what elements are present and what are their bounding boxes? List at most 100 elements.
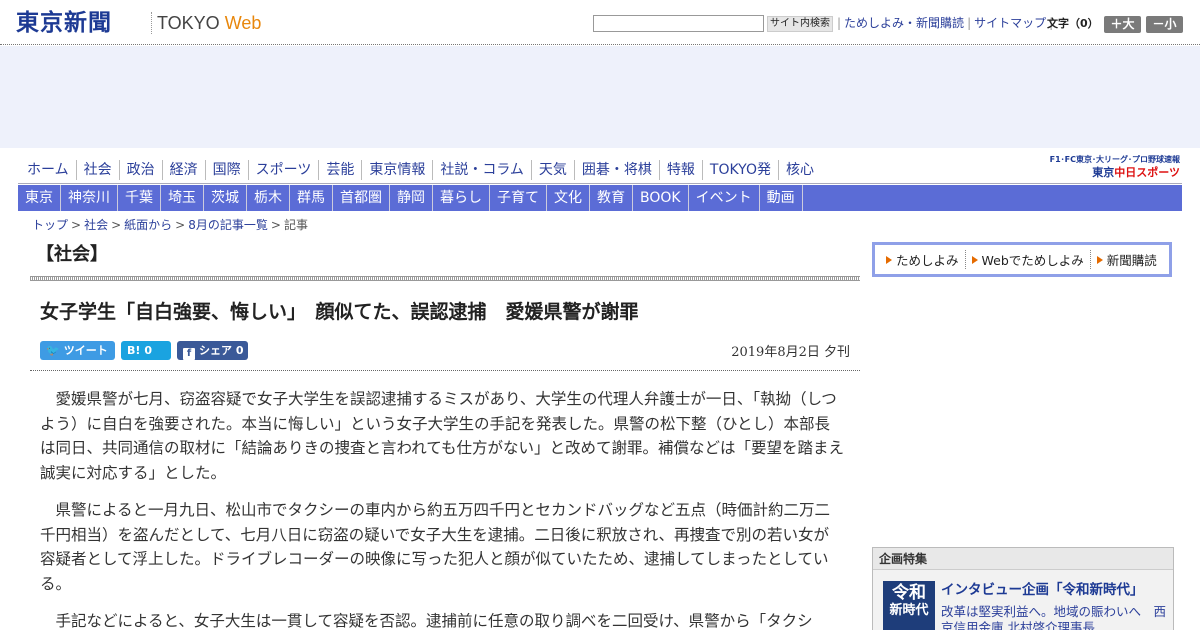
- article-paragraph: 手記などによると、女子大生は一貫して容疑を否認。逮捕前に任意の取り調べを二回受け…: [55, 612, 813, 630]
- rnav-item-saitama[interactable]: 埼玉: [161, 185, 204, 211]
- nav-item-tokuho[interactable]: 特報: [660, 160, 703, 180]
- nav-item-go-shogi[interactable]: 囲碁・将棋: [575, 160, 660, 180]
- breadcrumb-top[interactable]: トップ: [32, 218, 68, 232]
- breadcrumb-separator: >: [71, 218, 82, 232]
- regional-nav: 東京 神奈川 千葉 埼玉 茨城 栃木 群馬 首都圏 静岡 暮らし 子育て 文化 …: [18, 185, 1182, 211]
- nav-item-international[interactable]: 国際: [206, 160, 249, 180]
- breadcrumb-month-list[interactable]: 8月の記事一覧: [188, 218, 268, 232]
- hatena-count: 0: [144, 344, 153, 357]
- font-larger-button[interactable]: ＋大: [1104, 16, 1141, 33]
- rnav-item-culture[interactable]: 文化: [547, 185, 590, 211]
- logo-tokyo-text: TOKYO: [157, 13, 220, 33]
- rnav-item-parenting[interactable]: 子育て: [490, 185, 547, 211]
- nav-item-weather[interactable]: 天気: [532, 160, 575, 180]
- subscribe-label: 新聞購読: [1106, 253, 1157, 268]
- rnav-item-education[interactable]: 教育: [590, 185, 633, 211]
- rnav-item-kanagawa[interactable]: 神奈川: [61, 185, 118, 211]
- search-button[interactable]: サイト内検索: [767, 16, 833, 32]
- nav-item-home[interactable]: ホーム: [20, 160, 77, 180]
- font-size-label: 文字（0）: [1047, 17, 1099, 30]
- chuspo-logo: 東京中日スポーツ: [1026, 167, 1180, 178]
- arrow-right-icon: [886, 255, 892, 264]
- article-paragraph: 愛媛県警が七月、窃盗容疑で女子大学生を誤認逮捕するミスがあり、大学生の代理人弁護…: [40, 390, 844, 482]
- badge-line1: 令和: [892, 583, 926, 603]
- web-trial-read-link[interactable]: Webでためしよみ: [966, 250, 1091, 269]
- nav-item-tokyo-hatsu[interactable]: TOKYO発: [703, 160, 779, 180]
- nav-divider: [18, 183, 1182, 184]
- arrow-right-icon: [1096, 255, 1103, 264]
- subscription-box: ためしよみ Webでためしよみ 新聞購読: [872, 242, 1172, 277]
- fb-share-label: シェア: [199, 344, 232, 357]
- chuspo-tagline: F1･FC東京･大リーグ･プロ野球速報: [1049, 155, 1180, 164]
- ad-banner-area: [0, 46, 1200, 148]
- article-date: 2019年8月2日 夕刊: [731, 345, 850, 360]
- reiwa-badge-image[interactable]: 令和 新時代: [883, 581, 935, 630]
- hatena-bookmark-icon: B!: [127, 344, 141, 357]
- header-links: | ためしよみ・新聞購読 | サイトマップ |: [834, 15, 1056, 32]
- twitter-bird-icon: 🐦: [46, 344, 60, 357]
- chuspo-prefix: 東京: [1092, 166, 1115, 179]
- header-divider: [0, 44, 1200, 45]
- subscribe-link[interactable]: 新聞購読: [1091, 250, 1163, 269]
- trial-read-link[interactable]: ためしよみ: [880, 250, 966, 269]
- link-separator: |: [967, 16, 972, 30]
- article-divider: [30, 370, 860, 371]
- web-trial-read-label: Webでためしよみ: [981, 253, 1084, 268]
- chuspo-name: 中日スポーツ: [1114, 166, 1180, 179]
- rnav-item-book[interactable]: BOOK: [633, 185, 689, 211]
- feature-headline-link[interactable]: インタビュー企画「令和新時代」: [941, 581, 1144, 599]
- feature-box: 企画特集 令和 新時代 インタビュー企画「令和新時代」 改革は堅実利益へ。地域の…: [872, 547, 1174, 630]
- article-headline: 女子学生「自白強要、悔しい」 顔似てた、誤認逮捕 愛媛県警が謝罪: [40, 301, 639, 323]
- nav-item-society[interactable]: 社会: [77, 160, 120, 180]
- facebook-share-button[interactable]: f シェア 0: [177, 341, 248, 360]
- breadcrumb: トップ > 社会 > 紙面から >8月の記事一覧 > 記事: [32, 217, 308, 233]
- nav-item-editorial[interactable]: 社説・コラム: [433, 160, 532, 180]
- nav-item-economy[interactable]: 経済: [163, 160, 206, 180]
- nav-item-entertainment[interactable]: 芸能: [319, 160, 363, 180]
- fb-share-count: 0: [235, 344, 244, 357]
- tokyo-web-logo[interactable]: TOKYO Web: [157, 12, 261, 34]
- chunichi-sports-banner[interactable]: F1･FC東京･大リーグ･プロ野球速報 東京中日スポーツ: [1026, 154, 1180, 178]
- link-separator: |: [837, 16, 842, 30]
- site-logo[interactable]: 東京新聞: [16, 9, 112, 37]
- feature-sub-link[interactable]: 改革は堅実利益へ。地域の賑わいへ 西京信用金庫 北村啓介理事長: [941, 604, 1173, 630]
- logo-divider: [151, 12, 152, 34]
- font-smaller-button[interactable]: －小: [1146, 16, 1183, 33]
- section-title: 【社会】: [36, 244, 108, 265]
- tweet-button[interactable]: 🐦 ツイート: [40, 341, 115, 360]
- rnav-item-tochigi[interactable]: 栃木: [247, 185, 290, 211]
- rnav-item-event[interactable]: イベント: [689, 185, 760, 211]
- trial-subscribe-link[interactable]: ためしよみ・新聞購読: [844, 16, 964, 30]
- tweet-label: ツイート: [63, 344, 108, 357]
- breadcrumb-paper[interactable]: 紙面から: [124, 218, 172, 232]
- hatena-bookmark-button[interactable]: B! 0: [121, 341, 171, 360]
- breadcrumb-separator: >: [270, 218, 281, 232]
- logo-web-text: Web: [224, 13, 262, 33]
- rnav-item-chiba[interactable]: 千葉: [118, 185, 161, 211]
- trial-read-label: ためしよみ: [896, 253, 959, 268]
- search-input[interactable]: [593, 15, 764, 32]
- rnav-item-shutoken[interactable]: 首都圏: [333, 185, 390, 211]
- nav-item-sports[interactable]: スポーツ: [249, 160, 320, 180]
- rnav-item-shizuoka[interactable]: 静岡: [390, 185, 433, 211]
- nav-item-kakushin[interactable]: 核心: [779, 160, 821, 180]
- rnav-item-gunma[interactable]: 群馬: [290, 185, 333, 211]
- rnav-item-video[interactable]: 動画: [760, 185, 803, 211]
- arrow-right-icon: [971, 255, 978, 264]
- facebook-icon: f: [183, 348, 195, 360]
- badge-line2: 新時代: [889, 603, 929, 618]
- article-paragraph: 県警によると一月九日、松山市でタクシーの車内から約五万四千円とセカンドバッグなど…: [40, 501, 831, 593]
- feature-box-title: 企画特集: [873, 548, 1173, 570]
- breadcrumb-separator: >: [111, 218, 122, 232]
- article-body: 愛媛県警が七月、窃盗容疑で女子大学生を誤認逮捕するミスがあり、大学生の代理人弁護…: [40, 387, 844, 630]
- breadcrumb-separator: >: [175, 218, 186, 232]
- breadcrumb-society[interactable]: 社会: [84, 218, 108, 232]
- rnav-item-ibaraki[interactable]: 茨城: [204, 185, 247, 211]
- rnav-item-tokyo[interactable]: 東京: [18, 185, 61, 211]
- breadcrumb-current: 記事: [283, 218, 308, 232]
- nav-item-politics[interactable]: 政治: [120, 160, 163, 180]
- nav-item-tokyo-info[interactable]: 東京情報: [362, 160, 434, 180]
- rnav-item-living[interactable]: 暮らし: [433, 185, 490, 211]
- sitemap-link[interactable]: サイトマップ: [974, 16, 1046, 30]
- global-nav: ホーム 社会 政治 経済 国際 スポーツ 芸能 東京情報 社説・コラム 天気 囲…: [20, 160, 821, 180]
